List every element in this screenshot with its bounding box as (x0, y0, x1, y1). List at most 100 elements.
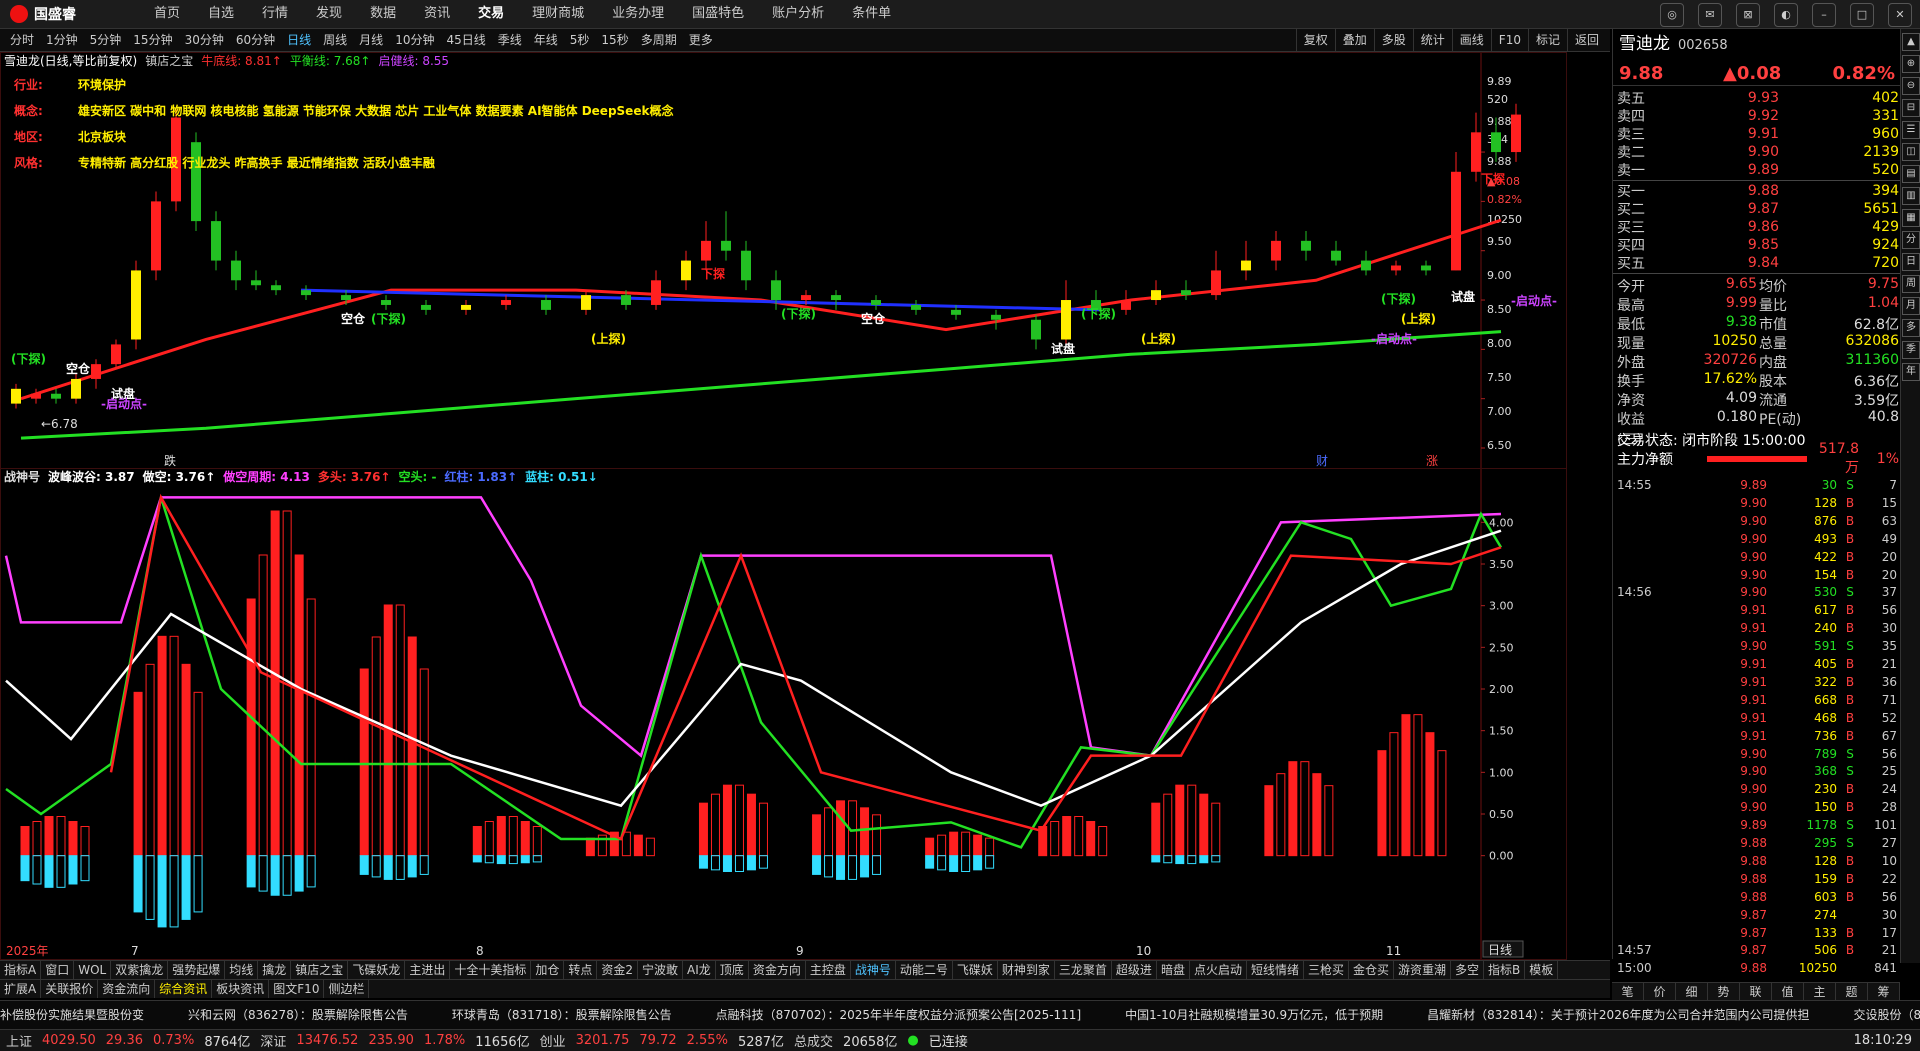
indicator-tab-29[interactable]: 金仓买 (1349, 961, 1395, 979)
indicator-name[interactable]: 镇店之宝 (145, 52, 193, 70)
side-period-4[interactable]: 多 (1902, 319, 1920, 337)
indicator-title[interactable]: 战神号 (4, 468, 40, 486)
indicator-tab-27[interactable]: 短线情绪 (1247, 961, 1304, 979)
quote-tab-3[interactable]: 势 (1708, 983, 1740, 1001)
period-tab-2[interactable]: 5分钟 (84, 29, 128, 51)
period-tab-10[interactable]: 45日线 (440, 29, 491, 51)
ask-row[interactable]: 卖四 9.92 331 (1617, 107, 1899, 125)
side-tool-icon[interactable]: ▲ (1902, 33, 1920, 51)
sh-label[interactable]: 上证 (6, 1031, 32, 1050)
menu-item-10[interactable]: 账户分析 (758, 0, 838, 28)
indicator-tab-32[interactable]: 指标B (1484, 961, 1526, 979)
lock-icon[interactable]: ⊠ (1736, 3, 1760, 27)
menu-item-6[interactable]: 交易 (464, 0, 518, 28)
indicator-tab-14[interactable]: 宁波敢 (638, 961, 684, 979)
side-tool-icon[interactable]: ⊕ (1902, 55, 1920, 73)
period-tab-14[interactable]: 15秒 (595, 29, 634, 51)
menu-item-0[interactable]: 首页 (140, 0, 194, 28)
indicator-tab-17[interactable]: 资金方向 (749, 961, 806, 979)
menu-item-8[interactable]: 业务办理 (598, 0, 678, 28)
indicator-tab-3[interactable]: 双紫擒龙 (111, 961, 169, 979)
indicator-tab-33[interactable]: 模板 (1525, 961, 1559, 979)
sz-label[interactable]: 深证 (260, 1031, 286, 1050)
side-period-3[interactable]: 月 (1902, 297, 1920, 315)
quote-tab-4[interactable]: 联 (1740, 983, 1772, 1001)
quote-tab-5[interactable]: 值 (1772, 983, 1804, 1001)
quote-tab-1[interactable]: 价 (1644, 983, 1676, 1001)
period-button[interactable]: 日线 (1482, 940, 1524, 958)
indicator-tab-12[interactable]: 转点 (564, 961, 598, 979)
ext-tab-1[interactable]: 关联报价 (41, 980, 99, 998)
ask-row[interactable]: 卖三 9.91 960 (1617, 125, 1899, 143)
indicator-tab-6[interactable]: 擒龙 (258, 961, 292, 979)
tool-7[interactable]: 返回 (1566, 29, 1606, 51)
indicator-tab-15[interactable]: AI龙 (683, 961, 716, 979)
indicator-tab-13[interactable]: 资金2 (597, 961, 639, 979)
ext-tab-3[interactable]: 综合资讯 (155, 980, 213, 998)
news-item[interactable]: 点融科技（870702）：2025年半年度权益分派预案公告[2025-111] (716, 1001, 1082, 1029)
app-logo[interactable]: 国盛睿 (10, 4, 76, 24)
menu-item-7[interactable]: 理财商城 (518, 0, 598, 28)
period-tab-3[interactable]: 15分钟 (127, 29, 178, 51)
indicator-tab-19[interactable]: 战神号 (851, 961, 896, 979)
menu-item-11[interactable]: 条件单 (838, 0, 905, 28)
period-tab-1[interactable]: 1分钟 (40, 29, 84, 51)
indicator-tab-2[interactable]: WOL (74, 961, 112, 979)
side-tool-icon[interactable]: ▤ (1902, 165, 1920, 183)
side-tool-icon[interactable]: ▥ (1902, 187, 1920, 205)
side-tool-icon[interactable]: ◫ (1902, 143, 1920, 161)
skin-icon[interactable]: ◐ (1774, 3, 1798, 27)
ask-row[interactable]: 卖二 9.90 2139 (1617, 143, 1899, 161)
indicator-tab-21[interactable]: 飞碟妖 (953, 961, 998, 979)
indicator-tab-26[interactable]: 点火启动 (1190, 961, 1247, 979)
ext-tab-0[interactable]: 扩展A (0, 980, 42, 998)
ext-tab-6[interactable]: 侧边栏 (324, 980, 370, 998)
mail-icon[interactable]: ✉ (1698, 3, 1722, 27)
period-tab-6[interactable]: 日线 (281, 29, 317, 51)
side-tool-icon[interactable]: ☰ (1902, 121, 1920, 139)
period-tab-9[interactable]: 10分钟 (389, 29, 440, 51)
quote-tab-7[interactable]: 题 (1836, 983, 1868, 1001)
tool-1[interactable]: 叠加 (1334, 29, 1374, 51)
ext-tab-2[interactable]: 资金流向 (98, 980, 156, 998)
bid-row[interactable]: 买二 9.87 5651 (1617, 200, 1899, 218)
bid-row[interactable]: 买一 9.88 394 (1617, 182, 1899, 200)
side-tool-icon[interactable]: ⊟ (1902, 99, 1920, 117)
news-item[interactable]: 补偿股份实施结果暨股份变 (0, 1001, 144, 1029)
close-icon[interactable]: ✕ (1888, 3, 1912, 27)
side-tool-icon[interactable]: ▦ (1902, 209, 1920, 227)
tool-0[interactable]: 复权 (1295, 29, 1335, 51)
indicator-tab-23[interactable]: 三龙聚首 (1055, 961, 1112, 979)
news-item[interactable]: 中国1-10月社融规模增量30.9万亿元，低于预期 (1125, 1001, 1383, 1029)
side-period-1[interactable]: 日 (1902, 253, 1920, 271)
indicator-tab-0[interactable]: 指标A (0, 961, 42, 979)
indicator-tab-9[interactable]: 主进出 (405, 961, 451, 979)
bid-row[interactable]: 买三 9.86 429 (1617, 218, 1899, 236)
side-period-2[interactable]: 周 (1902, 275, 1920, 293)
ext-tab-4[interactable]: 板块资讯 (212, 980, 270, 998)
indicator-chart[interactable]: 4.00 3.50 3.00 2.50 2.00 1.50 1.00 0.50 0.00 2025… (0, 468, 1567, 960)
indicator-tab-11[interactable]: 加仓 (531, 961, 565, 979)
indicator-tab-24[interactable]: 超级进 (1112, 961, 1157, 979)
menu-item-4[interactable]: 数据 (356, 0, 410, 28)
news-item[interactable]: 昌耀新材（832814）：关于预计2026年度为公司合并范围内公司提供担 (1427, 1001, 1809, 1029)
tool-2[interactable]: 多股 (1373, 29, 1413, 51)
chat-icon[interactable]: ◎ (1660, 3, 1684, 27)
indicator-tab-5[interactable]: 均线 (225, 961, 259, 979)
side-period-5[interactable]: 季 (1902, 341, 1920, 359)
menu-item-3[interactable]: 发现 (302, 0, 356, 28)
ask-row[interactable]: 卖五 9.93 402 (1617, 89, 1899, 107)
menu-item-1[interactable]: 自选 (194, 0, 248, 28)
side-tool-icon[interactable]: ⊖ (1902, 77, 1920, 95)
quote-tab-2[interactable]: 细 (1676, 983, 1708, 1001)
tool-5[interactable]: F10 (1490, 29, 1528, 51)
indicator-tab-4[interactable]: 强势起爆 (168, 961, 226, 979)
quote-tab-8[interactable]: 筹 (1868, 983, 1900, 1001)
indicator-tab-28[interactable]: 三枪买 (1304, 961, 1349, 979)
indicator-tab-31[interactable]: 多空 (1451, 961, 1485, 979)
maximize-icon[interactable]: □ (1850, 3, 1874, 27)
period-tab-0[interactable]: 分时 (4, 29, 40, 51)
indicator-tab-7[interactable]: 镇店之宝 (291, 961, 349, 979)
menu-item-5[interactable]: 资讯 (410, 0, 464, 28)
indicator-tab-30[interactable]: 游资重潮 (1394, 961, 1452, 979)
